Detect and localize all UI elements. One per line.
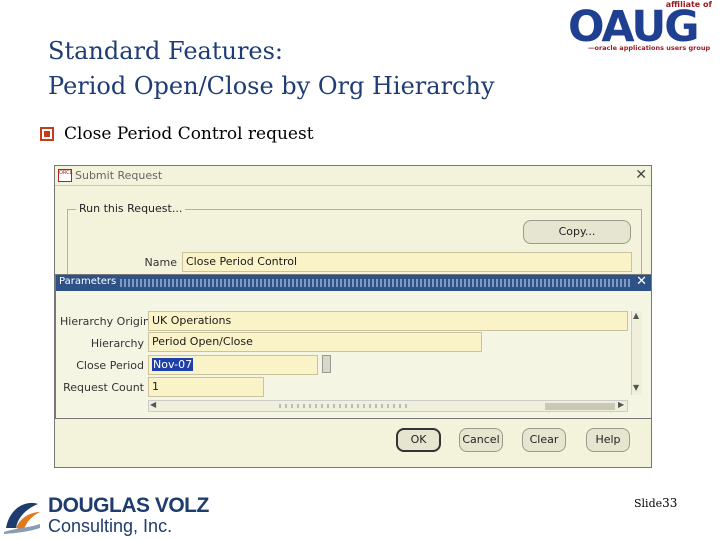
company-name: DOUGLAS VOLZ: [48, 494, 209, 517]
scrollbar-thumb[interactable]: [545, 403, 615, 410]
cancel-button[interactable]: Cancel: [459, 428, 503, 452]
parameters-title: Parameters: [59, 276, 120, 287]
oaug-logo: affiliate of OAUG —oracle applications u…: [566, 0, 716, 58]
bullet-text: Close Period Control request: [64, 124, 314, 144]
slide-title-line-1: Standard Features:: [48, 37, 284, 65]
vertical-scrollbar[interactable]: ▲ ▼: [631, 311, 642, 395]
list-of-values-indicator[interactable]: [322, 355, 331, 373]
scroll-down-icon[interactable]: ▼: [633, 383, 639, 392]
clear-button[interactable]: Clear: [522, 428, 566, 452]
douglas-volz-logo-mark: [4, 502, 40, 534]
hierarchy-label: Hierarchy: [90, 337, 144, 350]
close-period-value: Nov-07: [152, 358, 194, 371]
close-icon[interactable]: ✕: [635, 167, 647, 183]
submit-request-title: Submit Request: [75, 169, 163, 182]
scroll-right-icon[interactable]: ▶: [618, 400, 624, 409]
ok-button[interactable]: OK: [396, 428, 441, 452]
name-label: Name: [144, 256, 177, 269]
run-request-legend: Run this Request...: [76, 202, 186, 215]
oracle-forms-icon: ORCL: [58, 169, 72, 182]
hierarchy-origin-field[interactable]: UK Operations: [148, 311, 628, 331]
copy-button[interactable]: Copy...: [523, 220, 631, 244]
douglas-volz-logo: DOUGLAS VOLZ Consulting, Inc.: [0, 494, 209, 540]
help-button[interactable]: Help: [586, 428, 630, 452]
scroll-left-icon[interactable]: ◀: [150, 400, 156, 409]
request-count-label: Request Count: [63, 381, 144, 394]
scrollbar-grip: [279, 404, 409, 408]
company-subtitle: Consulting, Inc.: [48, 516, 173, 536]
close-period-label: Close Period: [76, 359, 144, 372]
parameters-titlebar: Parameters ✕: [56, 274, 651, 291]
close-icon[interactable]: ✕: [636, 274, 647, 289]
titlebar-grip: [120, 279, 630, 287]
slide-title-line-2: Period Open/Close by Org Hierarchy: [48, 72, 495, 100]
close-period-field[interactable]: Nov-07: [148, 355, 318, 375]
parameters-window: Parameters ✕ Hierarchy Origin UK Operati…: [55, 274, 652, 419]
scroll-up-icon[interactable]: ▲: [633, 311, 639, 320]
square-bullet-icon: [40, 127, 54, 141]
request-count-field[interactable]: 1: [148, 377, 264, 397]
name-field[interactable]: Close Period Control: [182, 252, 632, 272]
submit-request-titlebar: ORCL Submit Request ✕: [55, 166, 651, 186]
slide-title: Standard Features: Period Open/Close by …: [48, 34, 495, 104]
horizontal-scrollbar[interactable]: ◀ ▶: [148, 400, 628, 412]
slide-number: Slide33: [634, 496, 678, 510]
oaug-tagline: —oracle applications users group: [588, 44, 711, 52]
hierarchy-field[interactable]: Period Open/Close: [148, 332, 482, 352]
hierarchy-origin-label: Hierarchy Origin: [60, 315, 150, 328]
